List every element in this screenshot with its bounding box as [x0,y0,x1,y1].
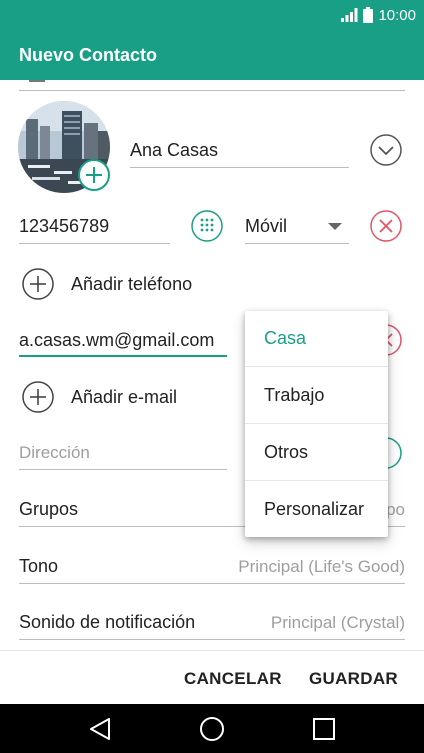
menu-item-otros[interactable]: Otros [245,425,388,481]
signal-icon [341,8,358,22]
ringtone-divider [19,583,405,584]
phone-type-select[interactable]: Móvil [245,216,287,237]
plus-icon [86,167,102,183]
email-underline [19,355,227,357]
status-icons: 10:00 [341,6,416,24]
menu-item-trabajo[interactable]: Trabajo [245,368,388,424]
phone-underline [19,243,170,244]
name-field[interactable]: Ana Casas [130,140,218,161]
address-underline [19,469,227,470]
name-underline [130,167,349,168]
dropdown-arrow-icon[interactable] [328,223,342,231]
add-phone-button[interactable]: Añadir teléfono [71,274,192,295]
ringtone-value[interactable]: Principal (Life's Good) [238,557,405,577]
menu-item-casa[interactable]: Casa [245,311,388,367]
add-email-icon[interactable] [22,381,54,413]
groups-label[interactable]: Grupos [19,499,78,520]
partial-checkbox[interactable] [29,80,45,82]
status-bar: 10:00 [0,0,424,30]
save-button[interactable]: GUARDAR [309,669,398,689]
email-field[interactable]: a.casas.wm@gmail.com [19,330,214,351]
menu-item-personalizar[interactable]: Personalizar [245,481,388,537]
back-icon[interactable] [88,717,112,741]
dialpad-icon[interactable] [191,210,223,242]
delete-phone-button[interactable] [370,210,402,242]
status-time: 10:00 [378,6,416,24]
notification-value[interactable]: Principal (Crystal) [271,613,405,633]
page-title: Nuevo Contacto [19,45,158,65]
notification-label[interactable]: Sonido de notificación [19,612,195,633]
action-bar: CANCELAR GUARDAR [0,650,424,704]
navigation-bar [0,704,424,753]
recents-icon[interactable] [312,717,336,741]
app-bar: Nuevo Contacto [0,30,424,80]
cancel-button[interactable]: CANCELAR [184,669,282,689]
address-field[interactable]: Dirección [19,443,90,463]
expand-name-button[interactable] [370,134,402,166]
divider [19,90,405,91]
add-photo-button[interactable] [78,159,110,191]
add-email-button[interactable]: Añadir e-mail [71,387,177,408]
phone-field[interactable]: 123456789 [19,216,109,237]
notification-divider [19,639,405,640]
add-phone-icon[interactable] [22,268,54,300]
ringtone-label[interactable]: Tono [19,556,58,577]
battery-icon [363,7,374,23]
groups-value[interactable]: po [386,500,405,520]
phone-type-underline [245,243,349,244]
email-type-menu[interactable]: Casa Trabajo Otros Personalizar [245,311,388,537]
home-icon[interactable] [199,716,225,742]
